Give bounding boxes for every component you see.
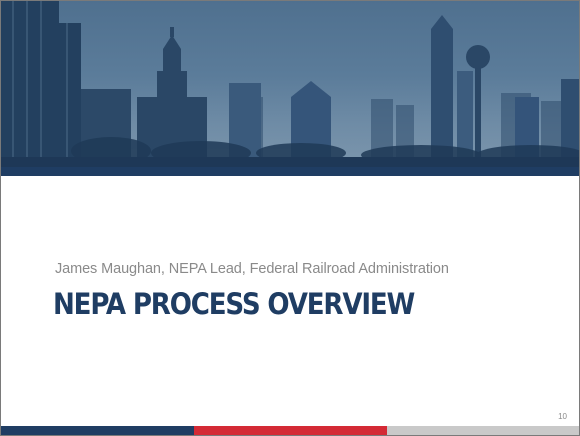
slide-title: NEPA PROCESS OVERVIEW (53, 287, 415, 321)
footer-gray-segment (387, 426, 579, 435)
page-number: 10 (558, 412, 567, 421)
footer-navy-segment (1, 426, 194, 435)
footer-color-bar (1, 426, 579, 435)
city-skyline-illustration (1, 1, 579, 167)
slide: James Maughan, NEPA Lead, Federal Railro… (0, 0, 580, 436)
banner-divider (1, 167, 579, 176)
skyline-banner-image (1, 1, 579, 167)
footer-red-segment (194, 426, 387, 435)
presenter-subtitle: James Maughan, NEPA Lead, Federal Railro… (55, 261, 449, 277)
